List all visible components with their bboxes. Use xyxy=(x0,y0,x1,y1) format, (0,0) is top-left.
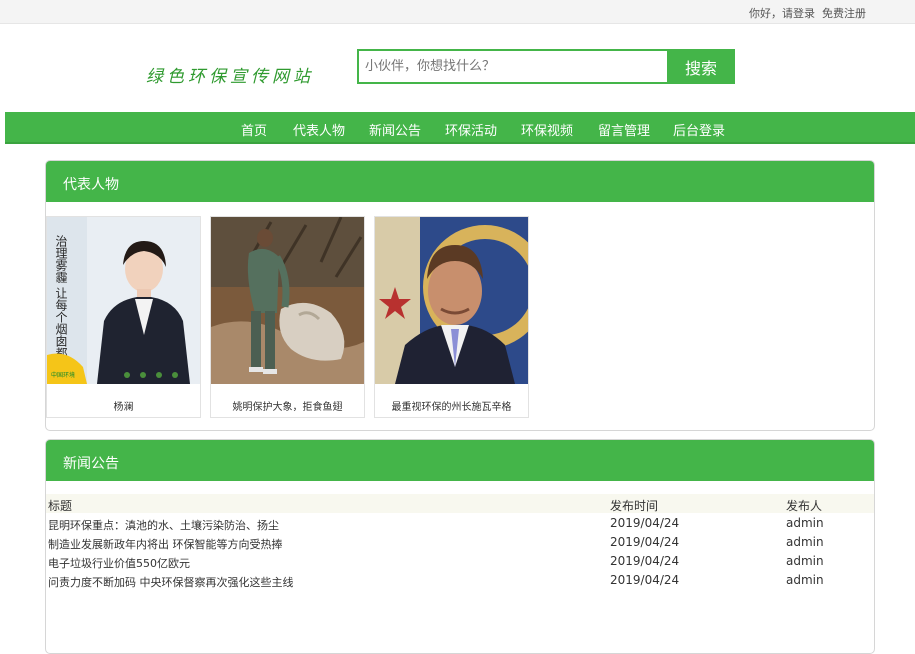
news-publisher: admin xyxy=(786,573,824,587)
nav-item-videos[interactable]: 环保视频 xyxy=(521,120,573,139)
poster-badge: 中国环境 xyxy=(51,371,75,379)
person-card[interactable]: 姚明保护大象，拒食鱼翅 xyxy=(210,216,365,418)
person-card[interactable]: 治理雾霾 让每个烟囱都公开 中国环境 杨澜 xyxy=(46,216,201,418)
person-photo[interactable]: 治理雾霾 让每个烟囱都公开 中国环境 xyxy=(47,217,200,384)
table-row: 问责力度不断加码 中央环保督察再次强化这些主线 2019/04/24 admin xyxy=(46,571,874,590)
news-publisher: admin xyxy=(786,535,824,549)
column-header-publisher: 发布人 xyxy=(786,499,823,513)
nav-item-admin-login[interactable]: 后台登录 xyxy=(673,120,725,139)
column-header-date: 发布时间 xyxy=(610,499,659,513)
news-date: 2019/04/24 xyxy=(610,516,680,530)
news-publisher: admin xyxy=(786,516,824,530)
people-panel: 代表人物 治理雾霾 让每个烟囱都公开 中国环境 杨澜 姚明保护大象，拒食鱼翅 最… xyxy=(45,160,875,431)
search-box xyxy=(357,49,669,84)
greeting-text: 你好， xyxy=(749,7,782,20)
news-date: 2019/04/24 xyxy=(610,573,680,587)
register-link[interactable]: 免费注册 xyxy=(822,5,866,21)
person-photo[interactable] xyxy=(375,217,528,384)
login-link[interactable]: 请登录 xyxy=(782,5,815,21)
person-caption[interactable]: 姚明保护大象，拒食鱼翅 xyxy=(211,398,364,413)
table-row: 制造业发展新政年内将出 环保智能等方向受热捧 2019/04/24 admin xyxy=(46,533,874,552)
nav-item-home[interactable]: 首页 xyxy=(241,120,267,139)
person-caption[interactable]: 杨澜 xyxy=(47,398,200,413)
top-bar: 你好， 请登录 免费注册 xyxy=(0,0,915,24)
nav-item-messages[interactable]: 留言管理 xyxy=(598,120,650,139)
search-button[interactable]: 搜索 xyxy=(667,49,735,84)
person-photo[interactable] xyxy=(211,217,364,384)
table-row: 昆明环保重点：滇池的水、土壤污染防治、扬尘 2019/04/24 admin xyxy=(46,514,874,533)
news-panel-title: 新闻公告 xyxy=(46,440,874,481)
person-card[interactable]: 最重视环保的州长施瓦辛格 xyxy=(374,216,529,418)
news-title-link[interactable]: 电子垃圾行业价值550亿欧元 xyxy=(48,555,190,571)
nav-item-news[interactable]: 新闻公告 xyxy=(369,120,421,139)
news-date: 2019/04/24 xyxy=(610,535,680,549)
nav-item-activities[interactable]: 环保活动 xyxy=(445,120,497,139)
news-title-link[interactable]: 昆明环保重点：滇池的水、土壤污染防治、扬尘 xyxy=(48,517,279,533)
main-nav: 首页 代表人物 新闻公告 环保活动 环保视频 留言管理 后台登录 xyxy=(5,112,915,144)
table-row: 电子垃圾行业价值550亿欧元 2019/04/24 admin xyxy=(46,552,874,571)
site-logo[interactable]: 绿色环保宣传网站 xyxy=(146,62,314,87)
people-panel-title: 代表人物 xyxy=(46,161,874,202)
column-header-title: 标题 xyxy=(48,499,73,513)
news-title-link[interactable]: 问责力度不断加码 中央环保督察再次强化这些主线 xyxy=(48,574,294,590)
person-caption[interactable]: 最重视环保的州长施瓦辛格 xyxy=(375,398,528,413)
nav-item-people[interactable]: 代表人物 xyxy=(293,120,345,139)
news-title-link[interactable]: 制造业发展新政年内将出 环保智能等方向受热捧 xyxy=(48,536,283,552)
news-panel: 新闻公告 标题 发布时间 发布人 昆明环保重点：滇池的水、土壤污染防治、扬尘 2… xyxy=(45,439,875,654)
news-date: 2019/04/24 xyxy=(610,554,680,568)
news-table-header: 标题 发布时间 发布人 xyxy=(46,494,874,513)
news-publisher: admin xyxy=(786,554,824,568)
search-input[interactable] xyxy=(359,51,667,82)
